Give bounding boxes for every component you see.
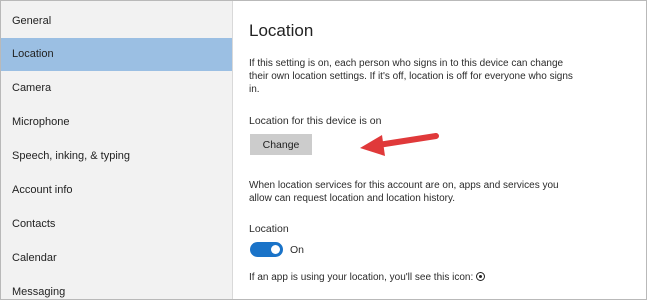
sidebar-item-calendar[interactable]: Calendar bbox=[1, 242, 232, 275]
sidebar-item-general[interactable]: General bbox=[1, 5, 232, 38]
sidebar: General Location Camera Microphone Speec… bbox=[1, 1, 233, 299]
location-icon-note: If an app is using your location, you'll… bbox=[249, 271, 486, 283]
page-title: Location bbox=[249, 21, 314, 40]
location-description: If this setting is on, each person who s… bbox=[249, 58, 573, 95]
location-in-use-icon bbox=[476, 271, 486, 281]
sidebar-item-microphone[interactable]: Microphone bbox=[1, 106, 232, 139]
toggle-knob bbox=[271, 245, 280, 254]
location-toggle[interactable] bbox=[250, 242, 283, 257]
sidebar-item-camera[interactable]: Camera bbox=[1, 72, 232, 105]
sidebar-item-speech[interactable]: Speech, inking, & typing bbox=[1, 140, 232, 173]
icon-note-text: If an app is using your location, you'll… bbox=[249, 272, 474, 283]
sidebar-item-contacts[interactable]: Contacts bbox=[1, 208, 232, 241]
annotation-arrow-icon bbox=[360, 133, 439, 156]
sidebar-item-account-info[interactable]: Account info bbox=[1, 174, 232, 207]
sidebar-item-messaging[interactable]: Messaging bbox=[1, 276, 232, 299]
sidebar-item-location[interactable]: Location bbox=[1, 38, 232, 71]
device-location-status: Location for this device is on bbox=[249, 115, 382, 127]
location-toggle-label: Location bbox=[249, 223, 289, 235]
change-button[interactable]: Change bbox=[250, 134, 312, 155]
account-location-description: When location services for this account … bbox=[249, 180, 559, 204]
toggle-state-label: On bbox=[290, 244, 305, 256]
settings-window: General Location Camera Microphone Speec… bbox=[0, 0, 647, 300]
